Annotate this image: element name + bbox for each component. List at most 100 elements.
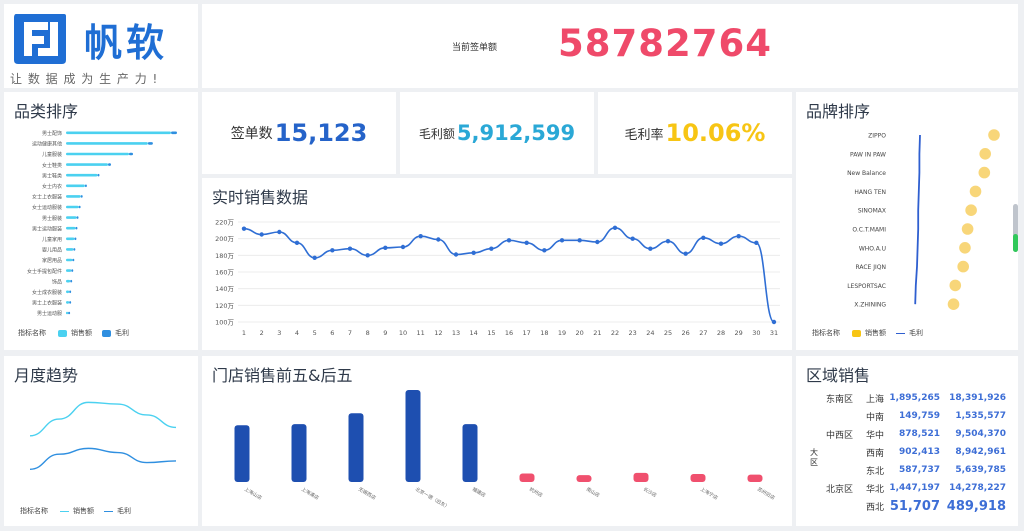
x-tick-label: 9: [383, 329, 387, 337]
x-tick-label: 11: [417, 329, 425, 337]
brand-label: LESPORTSAC: [847, 283, 886, 290]
region-name: 北京区: [826, 484, 854, 495]
category-label: 女士成衣服装: [32, 289, 62, 296]
region-value-1: 902,413: [899, 447, 940, 457]
legend-sales-swatch: [852, 329, 861, 337]
legend-profit-swatch: [102, 329, 111, 337]
category-sales-bar: [66, 195, 81, 198]
x-tick-label: 19: [558, 329, 566, 337]
brand-legend: 指标名称 销售额 毛利: [812, 328, 923, 338]
legend-sales-label: 销售额: [73, 507, 94, 515]
legend-sales-line: [60, 510, 69, 512]
legend-profit-line: [104, 510, 113, 512]
brand-label: New Balance: [847, 170, 886, 177]
category-sales-bar: [66, 216, 77, 219]
kpi-orders-label: 签单数: [230, 126, 273, 142]
region-name: [826, 497, 862, 515]
realtime-point: [330, 248, 335, 253]
category-profit-bar: [69, 301, 72, 304]
store-bar: [405, 390, 421, 482]
x-tick-label: 15: [487, 329, 495, 337]
store-label: 苏州旧店: [756, 486, 776, 502]
realtime-point: [400, 244, 406, 250]
legend-title: 指标名称: [20, 507, 48, 515]
x-tick-label: 27: [699, 329, 707, 337]
x-tick-label: 30: [752, 329, 760, 337]
realtime-point: [471, 250, 476, 256]
store-chart: 上海山店 上海浦店 无锡西店 北京一德（旧东） 福建店 杭州店 南山店 长沙店 上海宁店 苏州旧店: [234, 390, 776, 511]
region-value-1: 51,707: [889, 498, 940, 514]
x-tick-label: 21: [593, 329, 601, 337]
store-bar: [690, 474, 706, 482]
y-tick-label: 220万: [215, 219, 234, 227]
region-row: 西南 902,413 8,942,961: [826, 443, 1006, 461]
legend-profit-label: 毛利: [909, 329, 923, 337]
region-value-1: 1,895,265: [889, 393, 940, 403]
brand-sales-point: [949, 279, 962, 292]
x-tick-label: 12: [434, 329, 442, 337]
category-profit-bar: [108, 163, 111, 166]
kpi-profit-value: 5,912,599: [456, 121, 576, 145]
store-bar: [519, 473, 535, 482]
legend-title: 指标名称: [18, 329, 46, 337]
brand-profit-line: [914, 134, 921, 305]
category-label: 男士鞋类: [42, 172, 62, 179]
realtime-point: [577, 238, 582, 243]
x-tick-label: 29: [735, 329, 743, 337]
x-tick-label: 4: [295, 329, 299, 337]
region-value-2: 9,504,370: [955, 429, 1006, 439]
legend-profit-label: 毛利: [115, 329, 129, 337]
realtime-point: [294, 240, 300, 246]
category-sales-bar: [66, 248, 74, 251]
brand-sales-point: [965, 204, 977, 216]
x-tick-label: 20: [576, 329, 584, 337]
x-tick-label: 31: [770, 329, 778, 337]
region-axis-label: 大区: [810, 448, 818, 467]
store-bar: [576, 475, 592, 482]
category-sales-bar: [66, 258, 73, 262]
monthly-trend-panel: 月度趋势 指标名称 销售额 毛利: [4, 356, 198, 526]
legend-profit-label: 毛利: [117, 507, 131, 515]
region-row: 中西区 华中 878,521 9,504,370: [826, 425, 1006, 443]
header-panel: 当前签单额 58782764: [202, 4, 1018, 88]
brand-sales-point: [978, 166, 991, 179]
store-label: 上海浦店: [300, 486, 320, 502]
realtime-point: [630, 236, 635, 241]
region-value-2: 18,391,926: [949, 393, 1006, 403]
realtime-point: [754, 240, 759, 246]
category-sales-bar: [66, 184, 85, 188]
category-sales-bar: [66, 301, 70, 304]
category-label: 男士配饰: [42, 130, 62, 137]
region-title: 区域销售: [806, 366, 871, 385]
y-tick-label: 200万: [215, 235, 234, 243]
realtime-point: [542, 248, 547, 253]
category-label: 儿童家用: [42, 236, 62, 243]
category-profit-bar: [73, 248, 76, 251]
region-name: [826, 443, 862, 461]
realtime-point: [701, 235, 706, 241]
kpi-margin-value: 10.06%: [665, 119, 766, 147]
x-tick-label: 24: [646, 329, 654, 337]
y-tick-label: 140万: [215, 285, 234, 293]
brand-name: 帆软: [84, 21, 169, 65]
region-value-1: 1,447,197: [889, 483, 940, 493]
realtime-title: 实时销售数据: [212, 188, 309, 207]
brand-rank-title: 品牌排序: [806, 102, 871, 121]
category-profit-bar: [171, 131, 177, 135]
region-row: 东北 587,737 5,639,785: [826, 461, 1006, 479]
brand-sales-point: [979, 148, 991, 160]
store-label: 杭州店: [528, 486, 544, 499]
category-sales-bar: [66, 279, 71, 283]
store-label: 无锡西店: [357, 486, 377, 502]
category-label: 家居用品: [42, 257, 62, 264]
brand-sales-point: [957, 260, 969, 273]
category-profit-bar: [78, 205, 81, 209]
brand-rank-chart: ZIPPO PAW IN PAW New Balance HANG TEN SINOMA…: [847, 129, 1000, 310]
category-profit-bar: [70, 279, 73, 283]
category-rank-panel: 品类排序 男士配饰 运动健康其他 儿童服装 女士鞋类 男士鞋类 女士内衣 女士上衣服装 女士运…: [4, 92, 198, 350]
category-label: 男士上衣服装: [32, 300, 62, 307]
realtime-point: [383, 245, 388, 251]
realtime-point: [347, 246, 353, 251]
brand-label: WHO.A.U: [859, 245, 886, 252]
brand-label: PAW IN PAW: [850, 151, 886, 158]
